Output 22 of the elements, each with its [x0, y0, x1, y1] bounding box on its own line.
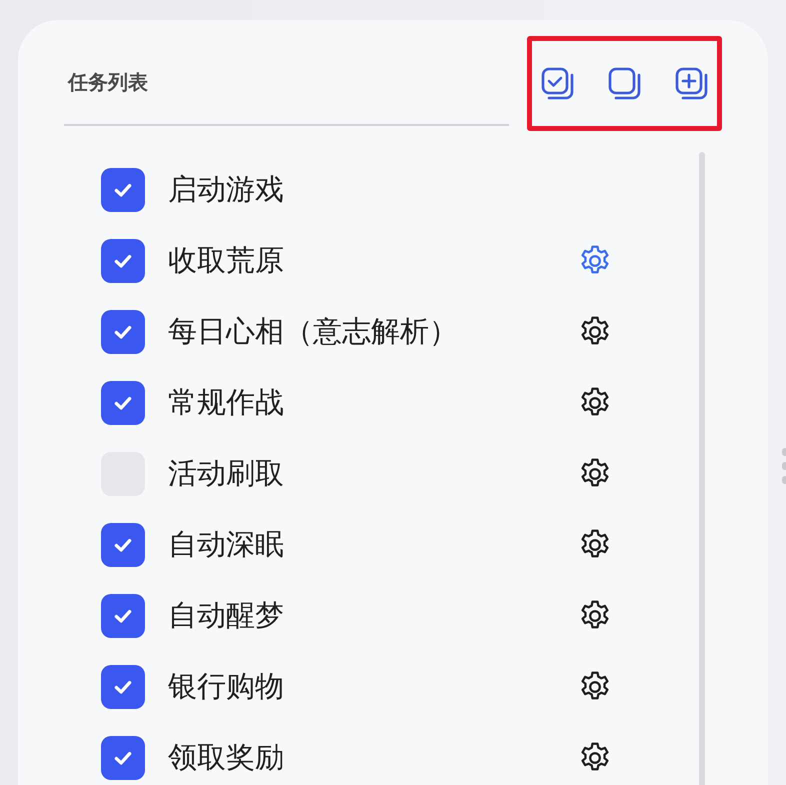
- task-checkbox[interactable]: [101, 168, 145, 212]
- task-label: 自动深眠: [168, 526, 285, 563]
- task-checkbox[interactable]: [101, 523, 145, 567]
- task-label: 银行购物: [168, 668, 285, 705]
- task-checkbox[interactable]: [101, 310, 145, 354]
- task-label: 收取荒原: [168, 242, 285, 279]
- task-label: 启动游戏: [168, 171, 285, 208]
- task-checkbox[interactable]: [101, 594, 145, 638]
- scrollbar[interactable]: [699, 152, 705, 785]
- task-checkbox[interactable]: [101, 381, 145, 425]
- select-all-icon[interactable]: [540, 66, 576, 102]
- panel-title: 任务列表: [68, 68, 148, 96]
- task-checkbox[interactable]: [101, 239, 145, 283]
- task-label: 常规作战: [168, 384, 285, 421]
- task-label: 每日心相（意志解析）: [168, 313, 459, 350]
- task-label: 领取奖励: [168, 739, 285, 776]
- task-label: 活动刷取: [168, 455, 285, 492]
- task-checkbox[interactable]: [101, 736, 145, 780]
- add-icon[interactable]: [674, 66, 710, 102]
- task-checkbox[interactable]: [101, 665, 145, 709]
- deselect-all-icon[interactable]: [606, 66, 643, 102]
- task-label: 自动醒梦: [168, 597, 285, 634]
